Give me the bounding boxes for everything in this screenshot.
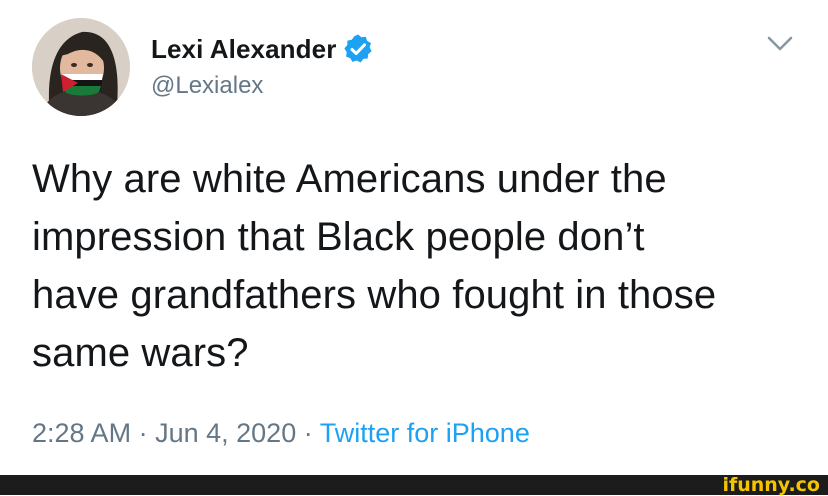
tweet-card: Lexi Alexander @Lexialex Why are white A… bbox=[0, 0, 828, 475]
meta-separator: · bbox=[303, 418, 313, 448]
verified-badge-icon bbox=[344, 34, 373, 63]
watermark-bar: ifunny.co bbox=[0, 475, 828, 495]
tweet-text-line: same wars? bbox=[32, 331, 249, 375]
tweet-time[interactable]: 2:28 AM bbox=[32, 418, 131, 448]
tweet-metadata: 2:28 AM · Jun 4, 2020 · Twitter for iPho… bbox=[32, 418, 530, 449]
display-name[interactable]: Lexi Alexander bbox=[151, 34, 336, 65]
avatar-image bbox=[32, 18, 130, 116]
meta-separator: · bbox=[138, 418, 148, 448]
avatar[interactable] bbox=[32, 18, 130, 116]
tweet-text-line: Why are white Americans under the bbox=[32, 157, 667, 201]
tweet-date[interactable]: Jun 4, 2020 bbox=[155, 418, 296, 448]
tweet-text: Why are white Americans under the impres… bbox=[32, 150, 812, 382]
tweet-text-line: impression that Black people don’t bbox=[32, 215, 645, 259]
user-handle[interactable]: @Lexialex bbox=[151, 72, 263, 100]
tweet-text-line: have grandfathers who fought in those bbox=[32, 273, 717, 317]
author-name-row: Lexi Alexander bbox=[151, 32, 374, 66]
tweet-source-link[interactable]: Twitter for iPhone bbox=[320, 418, 530, 448]
watermark-logo: ifunny.co bbox=[722, 474, 820, 496]
chevron-down-icon[interactable] bbox=[764, 32, 796, 56]
